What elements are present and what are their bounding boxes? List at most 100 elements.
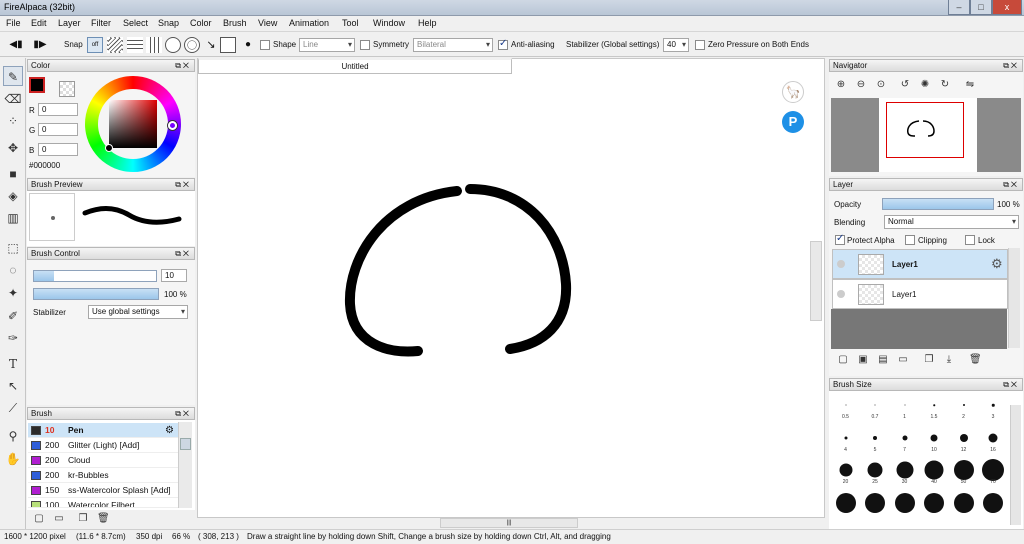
- lock-checkbox[interactable]: [965, 235, 975, 245]
- document-tab[interactable]: Untitled: [198, 58, 512, 74]
- brush-size-preset[interactable]: 1.5: [920, 393, 949, 421]
- menu-filter[interactable]: Filter: [91, 18, 111, 28]
- snap-cross-icon[interactable]: [146, 37, 162, 53]
- minimize-button[interactable]: –: [948, 0, 970, 15]
- layer-folder-icon[interactable]: ▭: [897, 354, 909, 366]
- navigator-viewport[interactable]: [886, 102, 964, 158]
- brush-size-preset[interactable]: 10: [920, 426, 949, 454]
- brush-size-preset[interactable]: 50: [949, 458, 978, 486]
- operation-tool-icon[interactable]: ↖: [3, 376, 23, 396]
- flip-icon[interactable]: ⇋: [964, 79, 976, 91]
- rotate-left-icon[interactable]: ↺: [899, 79, 911, 91]
- snap-off-button[interactable]: off: [87, 37, 103, 53]
- gradient-tool-icon[interactable]: ▥: [3, 208, 23, 228]
- layer-row[interactable]: Layer1: [832, 279, 1008, 309]
- merge-layer-icon[interactable]: ⤓: [943, 354, 955, 366]
- brush-size-preset[interactable]: 25: [861, 458, 890, 486]
- hue-handle[interactable]: [168, 121, 177, 130]
- zoom-fit-icon[interactable]: ⊙: [875, 79, 887, 91]
- new-brush-icon[interactable]: ▢: [33, 513, 45, 525]
- shape-dropdown[interactable]: Line ▾: [299, 38, 355, 52]
- brush-item-pen[interactable]: 10 Pen ⚙: [28, 423, 178, 438]
- divide-tool-icon[interactable]: ⟋: [3, 398, 23, 418]
- brush-size-preset[interactable]: 16: [979, 426, 1008, 454]
- brush-size-preset[interactable]: [831, 491, 860, 519]
- brush-size-preset[interactable]: 12: [949, 426, 978, 454]
- folder-icon[interactable]: ▭: [53, 513, 65, 525]
- brush-size-preset[interactable]: 5: [861, 426, 890, 454]
- brush-item[interactable]: 200 Glitter (Light) [Add]: [28, 438, 178, 453]
- snap-grid-icon[interactable]: [127, 37, 143, 53]
- canvas-horizontal-scrollbar[interactable]: |||: [440, 518, 578, 528]
- menu-animation[interactable]: Animation: [289, 18, 329, 28]
- brush-size-slider[interactable]: [33, 270, 157, 282]
- layer-opacity-slider[interactable]: [882, 198, 994, 210]
- symmetry-dropdown[interactable]: Bilateral ▾: [413, 38, 493, 52]
- maximize-button[interactable]: □: [970, 0, 992, 15]
- brush-size-preset[interactable]: 0.5: [831, 393, 860, 421]
- brush-size-preset[interactable]: [949, 491, 978, 519]
- brush-item[interactable]: 200 Cloud: [28, 453, 178, 468]
- layer-list-scrollbar[interactable]: [1008, 248, 1020, 348]
- dot-tool-icon[interactable]: ⁘: [3, 111, 23, 131]
- snap-circle-icon[interactable]: [184, 37, 200, 53]
- move-tool-icon[interactable]: ✥: [3, 138, 23, 158]
- brush-size-preset[interactable]: 3: [979, 393, 1008, 421]
- primary-color-swatch[interactable]: [29, 77, 45, 93]
- text-tool-icon[interactable]: T: [3, 354, 23, 374]
- brush-size-preset[interactable]: 20: [831, 458, 860, 486]
- fill-tool-icon[interactable]: ■: [3, 164, 23, 184]
- brush-item[interactable]: 100 Watercolor Filbert: [28, 498, 178, 508]
- new-1bit-layer-icon[interactable]: ▤: [877, 354, 889, 366]
- delete-layer-icon[interactable]: 🗑: [969, 354, 982, 366]
- zero-pressure-checkbox[interactable]: [695, 40, 705, 50]
- brush-size-preset[interactable]: 40: [920, 458, 949, 486]
- menu-snap[interactable]: Snap: [158, 18, 179, 28]
- canvas-vertical-scrollbar[interactable]: [810, 241, 822, 321]
- snap-curve-icon[interactable]: ↘: [203, 37, 219, 53]
- g-input[interactable]: 0: [38, 123, 78, 136]
- menu-select[interactable]: Select: [123, 18, 148, 28]
- brush-item[interactable]: 150 ss-Watercolor Splash [Add]: [28, 483, 178, 498]
- menu-tool[interactable]: Tool: [342, 18, 359, 28]
- brush-size-preset[interactable]: [890, 491, 919, 519]
- layer-visibility-icon[interactable]: [837, 260, 845, 268]
- protect-alpha-checkbox[interactable]: [835, 233, 845, 245]
- new-8bit-layer-icon[interactable]: ▣: [857, 354, 869, 366]
- brush-size-value[interactable]: 10: [161, 269, 187, 282]
- brush-settings-gear-icon[interactable]: ⚙: [165, 423, 174, 438]
- menu-view[interactable]: View: [258, 18, 277, 28]
- symmetry-checkbox[interactable]: [360, 40, 370, 50]
- menu-layer[interactable]: Layer: [58, 18, 81, 28]
- brush-size-preset[interactable]: 0.7: [861, 393, 890, 421]
- brush-size-preset[interactable]: [979, 491, 1008, 519]
- brush-size-preset[interactable]: [861, 491, 890, 519]
- snap-parallel-icon[interactable]: [107, 37, 123, 53]
- menu-edit[interactable]: Edit: [31, 18, 47, 28]
- brush-size-preset[interactable]: 70: [979, 458, 1008, 486]
- pixiv-icon[interactable]: P: [782, 111, 804, 133]
- bucket-tool-icon[interactable]: ◈: [3, 186, 23, 206]
- layer-row-selected[interactable]: Layer1 ⚙: [832, 249, 1008, 279]
- delete-brush-icon[interactable]: 🗑: [97, 513, 110, 525]
- magic-wand-icon[interactable]: ✦: [3, 283, 23, 303]
- layer-visibility-icon[interactable]: [837, 290, 845, 298]
- rotate-reset-icon[interactable]: ✺: [919, 79, 931, 91]
- menu-file[interactable]: File: [6, 18, 21, 28]
- lasso-tool-icon[interactable]: ◌: [3, 260, 23, 280]
- antialias-checkbox[interactable]: [498, 38, 508, 50]
- saturation-value-square[interactable]: [109, 100, 157, 148]
- close-button[interactable]: x: [992, 0, 1022, 15]
- duplicate-brush-icon[interactable]: ❐: [77, 513, 89, 525]
- r-input[interactable]: 0: [38, 103, 78, 116]
- menu-brush[interactable]: Brush: [223, 18, 247, 28]
- menu-help[interactable]: Help: [418, 18, 437, 28]
- zoom-in-icon[interactable]: ⊕: [835, 79, 847, 91]
- layer-settings-gear-icon[interactable]: ⚙: [991, 256, 1003, 272]
- menu-color[interactable]: Color: [190, 18, 212, 28]
- snap-3d-icon[interactable]: [220, 37, 236, 53]
- secondary-color-swatch[interactable]: [59, 81, 75, 97]
- duplicate-layer-icon[interactable]: ❐: [923, 354, 935, 366]
- brush-list-scrollbar[interactable]: [178, 422, 192, 508]
- next-frame-icon[interactable]: ▮▶: [32, 37, 48, 53]
